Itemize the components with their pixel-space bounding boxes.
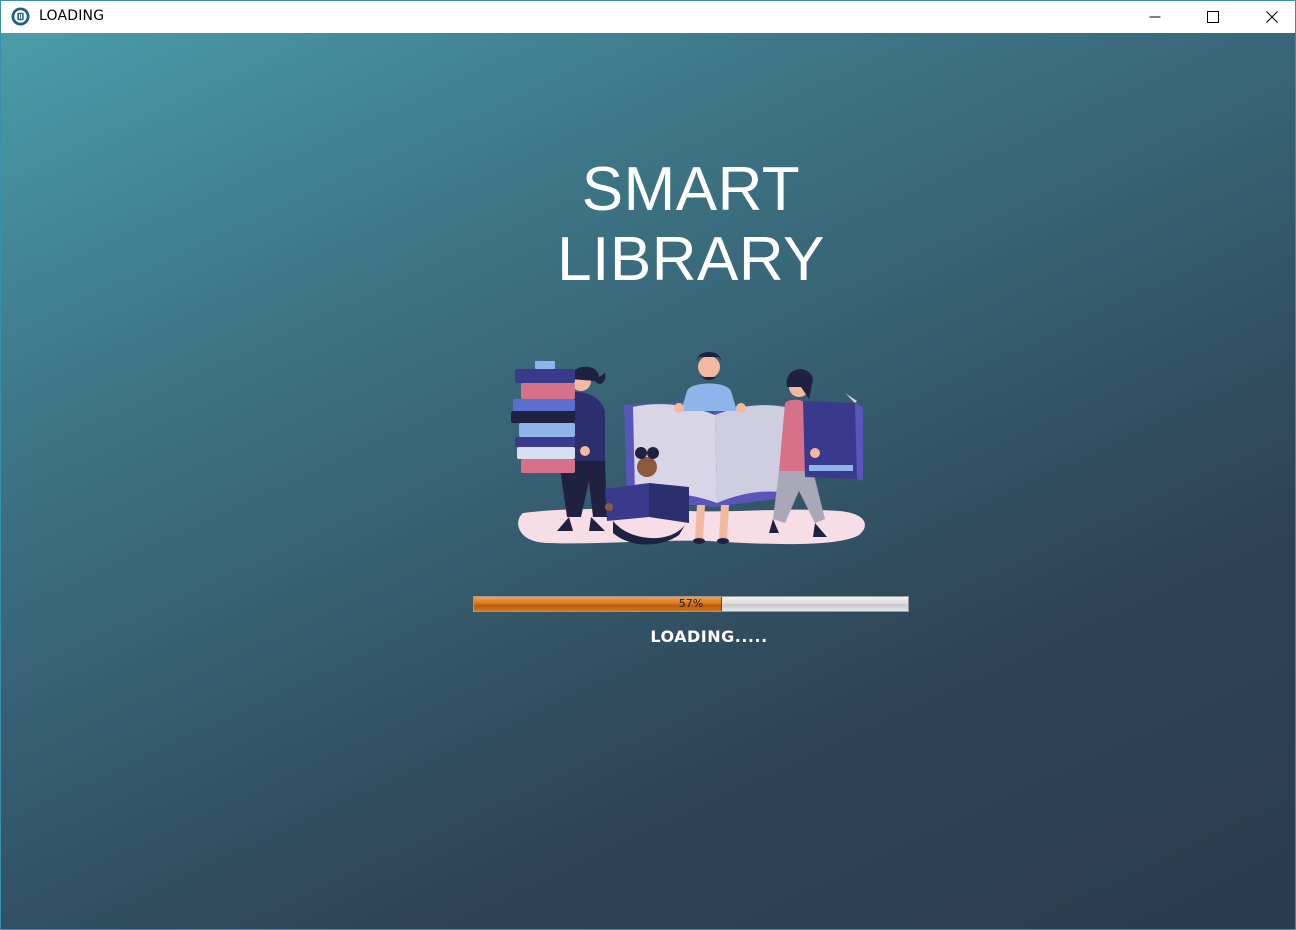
minimize-button[interactable] (1132, 1, 1178, 33)
app-icon (11, 7, 30, 26)
window-title: LOADING (39, 8, 105, 24)
minimize-icon (1149, 16, 1161, 18)
loading-status-text: LOADING..... (650, 627, 768, 646)
maximize-button[interactable] (1190, 1, 1236, 33)
loading-progress-bar: 57% (473, 596, 909, 612)
maximize-icon (1207, 11, 1219, 23)
people-reading-books-illustration (511, 352, 865, 545)
title-bar[interactable]: LOADING (1, 1, 1295, 33)
close-button[interactable] (1249, 1, 1295, 33)
progress-percent-label: 57% (678, 597, 704, 610)
close-icon (1266, 11, 1278, 23)
loading-window: LOADING SMART LIBRARY 57% LOADING..... (0, 0, 1296, 930)
splash-content: SMART LIBRARY 57% LOADING..... (1, 33, 1295, 929)
app-title: SMART LIBRARY (557, 155, 825, 294)
